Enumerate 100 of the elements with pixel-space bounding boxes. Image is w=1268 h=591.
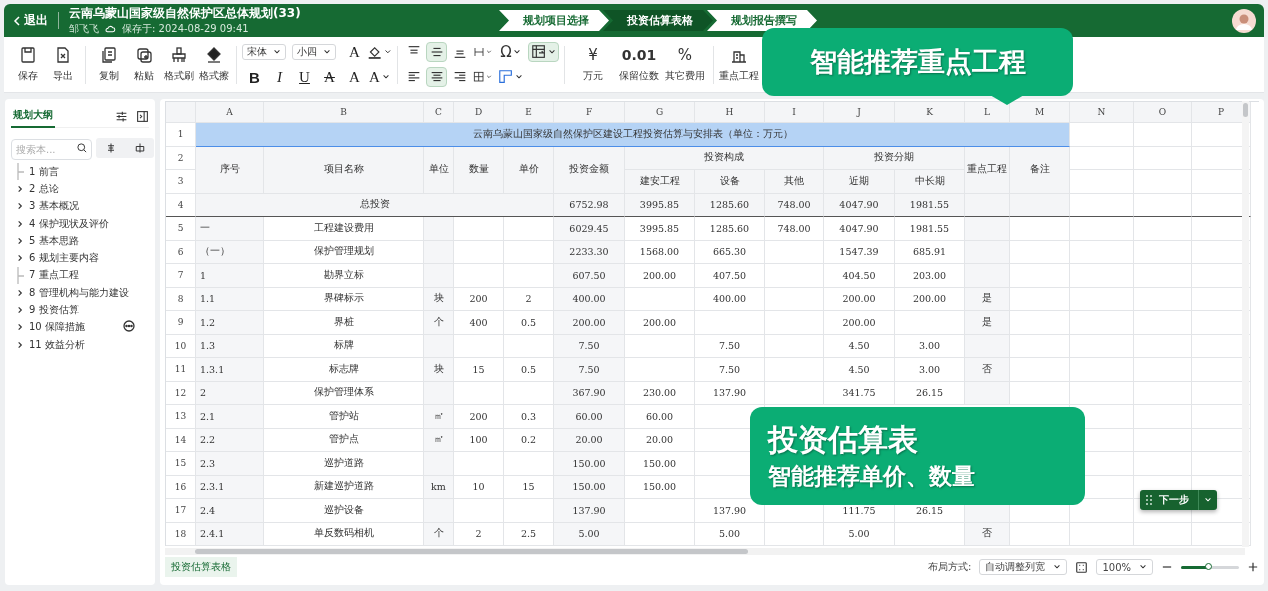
- table-cell: 2233.30: [554, 240, 625, 264]
- table-cell: 否: [965, 358, 1010, 382]
- table-cell: 2.4.1: [196, 522, 264, 546]
- table-cell: 1.2: [196, 311, 264, 335]
- table-cell: 7.50: [554, 358, 625, 382]
- table-cell: 200.00: [625, 264, 695, 288]
- table-cell: 5.00: [824, 522, 895, 546]
- outline-tab[interactable]: 规划大纲: [11, 104, 55, 128]
- back-button[interactable]: 退出: [12, 12, 59, 29]
- table-cell: 1: [196, 264, 264, 288]
- font-family-select[interactable]: 宋体: [242, 44, 286, 60]
- header-cell: 序号: [196, 146, 264, 194]
- outline-item[interactable]: 7 重点工程: [11, 266, 149, 285]
- number-format-button[interactable]: 0.01 保留位数: [616, 46, 662, 83]
- key-project-button[interactable]: 重点工程: [719, 46, 759, 83]
- table-cell: 748.00: [765, 217, 824, 241]
- header-cell: 重点工程: [965, 146, 1010, 194]
- step-tab[interactable]: 规划报告撰写: [707, 10, 817, 31]
- document-title: 云南乌蒙山国家级自然保护区总体规划(33): [69, 5, 302, 22]
- bold-button[interactable]: B: [242, 68, 267, 86]
- symbol-button[interactable]: Ω: [495, 42, 526, 62]
- layout-select[interactable]: 自动调整列宽: [979, 559, 1068, 575]
- outline-item[interactable]: 8 管理机构与能力建设: [11, 284, 149, 302]
- search-field[interactable]: 搜索本...: [11, 139, 92, 160]
- table-cell: 400.00: [695, 287, 765, 311]
- copy-button[interactable]: 复制: [91, 46, 126, 83]
- sheet-tab[interactable]: 投资估算表格: [165, 557, 237, 577]
- header-cell: 数量: [454, 146, 504, 194]
- table-cell: 200.00: [824, 287, 895, 311]
- table-cell: 137.90: [695, 381, 765, 405]
- header-cell: 投资分期: [824, 146, 965, 170]
- column-header: B: [264, 102, 424, 123]
- font-color-button[interactable]: A: [367, 68, 392, 86]
- table-cell: 150.00: [554, 475, 625, 499]
- column-header: G: [625, 102, 695, 123]
- header-cell: 投资构成: [625, 146, 824, 170]
- table-cell: 2.3.1: [196, 475, 264, 499]
- table-cell: km: [424, 475, 454, 499]
- underline-button[interactable]: U: [292, 68, 317, 86]
- outline-item[interactable]: 10 保障措施: [11, 318, 149, 336]
- table-cell: 个: [424, 311, 454, 335]
- table-cell: 1.1: [196, 287, 264, 311]
- table-cell: 200: [454, 405, 504, 429]
- table-cell: 200.00: [824, 311, 895, 335]
- outline-item[interactable]: 5 基本思路: [11, 232, 149, 250]
- table-cell: 2.1: [196, 405, 264, 429]
- table-cell: 总投资: [196, 193, 554, 217]
- zoom-select[interactable]: 100%: [1096, 559, 1153, 575]
- strike-button[interactable]: A: [317, 68, 342, 86]
- layout-label: 布局方式:: [928, 560, 972, 574]
- header-cell: 中长期: [895, 170, 965, 194]
- table-cell: 60.00: [554, 405, 625, 429]
- font-grow-button[interactable]: A: [342, 43, 367, 61]
- table-cell: 2: [196, 381, 264, 405]
- table-cell: 20.00: [625, 428, 695, 452]
- table-cell: 150.00: [625, 475, 695, 499]
- table-cell: 200: [454, 287, 504, 311]
- table-cell: 137.90: [554, 499, 625, 523]
- table-cell: 6029.45: [554, 217, 625, 241]
- outline-item[interactable]: 9 投资估算: [11, 301, 149, 319]
- outline-item[interactable]: 1 前言: [11, 163, 149, 181]
- paste-button[interactable]: 粘贴: [126, 46, 161, 83]
- outline-item[interactable]: 11 效益分析: [11, 335, 149, 354]
- table-cell: 7.50: [554, 334, 625, 358]
- number-format-button[interactable]: % 其它费用: [662, 46, 708, 83]
- column-header: C: [424, 102, 454, 123]
- header-cell: 设备: [695, 170, 765, 194]
- table-cell: 块: [424, 358, 454, 382]
- table-cell: 665.30: [695, 240, 765, 264]
- next-step-button[interactable]: 下一步: [1140, 490, 1217, 510]
- column-header: J: [824, 102, 895, 123]
- table-cell: 4.50: [824, 334, 895, 358]
- header-cell: 投资金额: [554, 146, 625, 194]
- number-format-button[interactable]: ¥ 万元: [570, 46, 616, 83]
- step-tab[interactable]: 投资估算表格: [603, 10, 713, 31]
- callout-title: 投资估算表: [768, 421, 919, 459]
- font-size-select[interactable]: 小四: [292, 44, 336, 60]
- export-button[interactable]: 导出: [45, 46, 80, 83]
- italic-button[interactable]: I: [267, 68, 292, 86]
- outline-item[interactable]: 3 基本概况: [11, 197, 149, 215]
- outline-item[interactable]: 4 保护现状及评价: [11, 214, 149, 233]
- table-cell: （一）: [196, 240, 264, 264]
- save-button[interactable]: 保存: [10, 46, 45, 83]
- outline-item[interactable]: 2 总论: [11, 180, 149, 198]
- header-cell: 近期: [824, 170, 895, 194]
- table-cell: 341.75: [824, 381, 895, 405]
- column-header: D: [454, 102, 504, 123]
- step-tab[interactable]: 规划项目选择: [499, 10, 609, 31]
- brush-button[interactable]: 格式刷: [161, 46, 196, 83]
- outline-item[interactable]: 6 规划主要内容: [11, 249, 149, 267]
- table-cell: 一: [196, 217, 264, 241]
- save-time: 保存于: 2024-08-29 09:41: [122, 22, 249, 36]
- table-cell: 4047.90: [824, 217, 895, 241]
- table-cell: 1.3.1: [196, 358, 264, 382]
- eraser-button[interactable]: 格式擦: [196, 46, 231, 83]
- column-header: A: [196, 102, 264, 123]
- table-cell: 5.00: [695, 522, 765, 546]
- column-header: M: [1010, 102, 1070, 123]
- font-grow-button[interactable]: A: [342, 68, 367, 86]
- table-cell: 20.00: [554, 428, 625, 452]
